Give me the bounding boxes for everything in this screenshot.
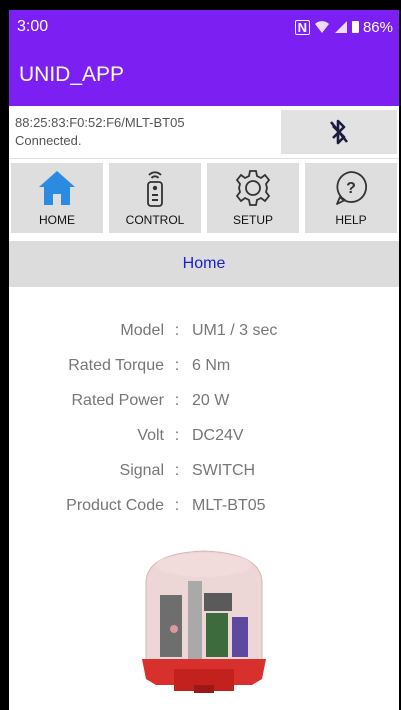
- section-title: Home: [182, 255, 226, 272]
- section-header: Home: [9, 241, 399, 287]
- spec-row-rated-power: Rated Power : 20 W: [9, 383, 399, 418]
- spec-separator: :: [174, 461, 180, 479]
- spec-value: SWITCH: [192, 461, 256, 479]
- spec-separator: :: [174, 391, 180, 409]
- spec-row-signal: Signal : SWITCH: [9, 453, 399, 488]
- home-icon: [39, 171, 75, 205]
- nfc-icon: N: [294, 19, 310, 35]
- nav-control-label: CONTROL: [125, 213, 185, 227]
- spec-label: Rated Torque: [68, 356, 164, 374]
- battery-percent: 86%: [362, 18, 393, 36]
- spec-label: Product Code: [66, 496, 164, 514]
- nav-bar: HOME CONTROL SETUP ? HELP: [9, 159, 399, 237]
- battery-icon: [351, 21, 359, 33]
- connection-bar: 88:25:83:F0:52:F6/MLT-BT05 Connected.: [9, 106, 399, 159]
- nav-help-label: HELP: [335, 213, 367, 227]
- signal-icon: [334, 21, 347, 33]
- nav-control-button[interactable]: CONTROL: [109, 163, 201, 233]
- spec-row-product-code: Product Code : MLT-BT05: [9, 488, 399, 523]
- spec-value: DC24V: [192, 426, 244, 444]
- nav-home-button[interactable]: HOME: [11, 163, 103, 233]
- app-screen: 3:00 N 86% UNID_APP 88:25:83:F0:52:F6/ML…: [9, 10, 399, 710]
- wifi-icon: [314, 21, 329, 33]
- spec-value: 6 Nm: [192, 356, 231, 374]
- gear-icon: [235, 170, 271, 206]
- spec-separator: :: [174, 426, 180, 444]
- remote-icon: [147, 171, 163, 207]
- spec-label: Rated Power: [71, 391, 165, 409]
- spec-label: Volt: [137, 426, 164, 444]
- bluetooth-button[interactable]: [281, 110, 397, 154]
- product-image: [9, 543, 399, 693]
- spec-value: UM1 / 3 sec: [192, 321, 278, 339]
- status-icons: N 86%: [294, 18, 393, 36]
- app-bar: UNID_APP: [9, 44, 399, 106]
- connection-status: Connected.: [15, 133, 82, 148]
- bluetooth-off-icon: [329, 119, 349, 145]
- spec-row-model: Model : UM1 / 3 sec: [9, 313, 399, 348]
- spec-separator: :: [174, 496, 180, 514]
- spec-label: Model: [120, 321, 164, 339]
- actuator-image: [142, 550, 266, 693]
- nav-setup-label: SETUP: [232, 213, 273, 227]
- spec-label: Signal: [119, 461, 164, 479]
- svg-text:?: ?: [346, 180, 356, 197]
- spec-row-rated-torque: Rated Torque : 6 Nm: [9, 348, 399, 383]
- spec-value: MLT-BT05: [192, 496, 266, 514]
- spec-value: 20 W: [192, 391, 230, 409]
- status-time: 3:00: [17, 18, 49, 35]
- nav-setup-button[interactable]: SETUP: [207, 163, 299, 233]
- nav-home-label: HOME: [39, 213, 75, 227]
- app-title: UNID_APP: [19, 63, 125, 86]
- spec-row-volt: Volt : DC24V: [9, 418, 399, 453]
- spec-separator: :: [174, 321, 180, 339]
- spec-separator: :: [174, 356, 180, 374]
- nav-help-button[interactable]: ? HELP: [305, 163, 397, 233]
- device-address: 88:25:83:F0:52:F6/MLT-BT05: [15, 115, 185, 130]
- help-icon: ?: [336, 171, 368, 205]
- spec-list: Model : UM1 / 3 sec Rated Torque : 6 Nm …: [9, 313, 399, 523]
- status-bar: 3:00 N 86%: [9, 10, 399, 44]
- connection-info: 88:25:83:F0:52:F6/MLT-BT05 Connected.: [15, 114, 185, 150]
